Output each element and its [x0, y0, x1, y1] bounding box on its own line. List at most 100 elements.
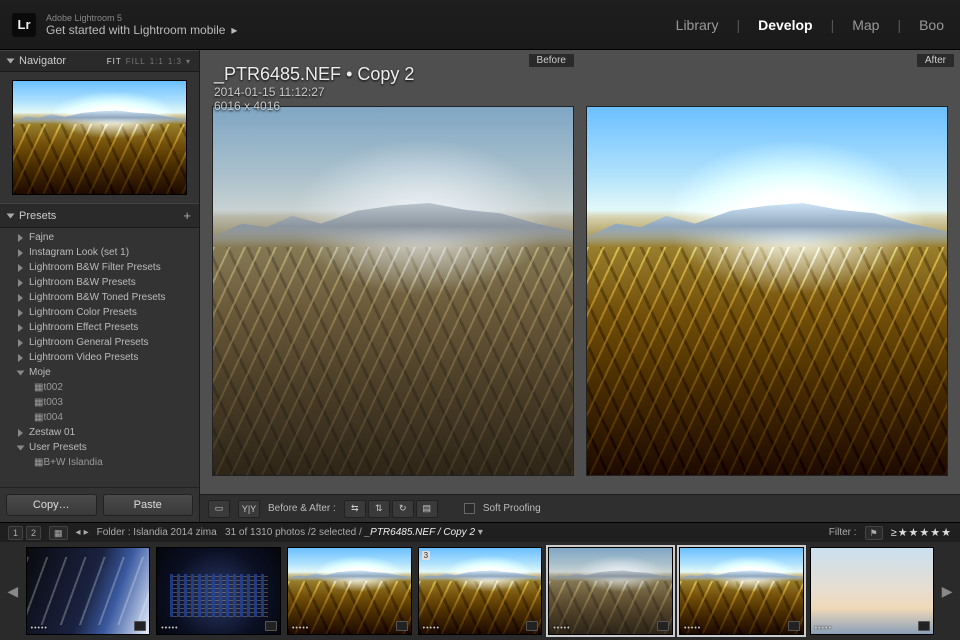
module-book[interactable]: Boo: [915, 15, 948, 35]
copy-paste-row: Copy… Paste: [0, 487, 199, 522]
ba-copy-button[interactable]: ▤: [416, 500, 438, 518]
module-switcher: Library| Develop| Map| Boo: [672, 15, 948, 35]
app-subtitle[interactable]: Get started with Lightroom mobile ▸: [46, 23, 237, 37]
preset-folder[interactable]: Lightroom Video Presets: [0, 350, 199, 365]
badge-icon: [657, 621, 669, 631]
preset-folder[interactable]: Fajne: [0, 230, 199, 245]
preset-folder[interactable]: Zestaw 01: [0, 425, 199, 440]
after-photo[interactable]: [586, 106, 948, 476]
chevron-right-icon: ▸: [231, 23, 237, 37]
before-after-mode-group: ⇆ ⇅ ↻ ▤: [344, 500, 438, 518]
filmstrip-thumb[interactable]: •••••: [810, 547, 935, 635]
filter-flag-button[interactable]: ⚑: [865, 526, 883, 540]
image-info-overlay: _PTR6485.NEF • Copy 2 2014-01-15 11:12:2…: [214, 64, 414, 113]
preset-folder[interactable]: Lightroom B&W Presets: [0, 275, 199, 290]
nav-arrows: ◂ ▸: [76, 527, 89, 538]
chevron-down-icon[interactable]: ▾: [478, 527, 483, 538]
app-name: Adobe Lightroom 5: [46, 13, 237, 23]
after-tag: After: [917, 54, 954, 67]
image-dimensions: 6016 x 4016: [214, 99, 414, 113]
presets-header[interactable]: Presets +: [0, 203, 199, 228]
preset-folder[interactable]: Lightroom General Presets: [0, 335, 199, 350]
zoom-fill[interactable]: FILL: [126, 57, 146, 66]
chevron-down-icon[interactable]: ▾: [186, 57, 191, 66]
presets-title: Presets: [19, 210, 56, 222]
zoom-1to1[interactable]: 1:1: [150, 57, 164, 66]
preset-folder[interactable]: Lightroom B&W Toned Presets: [0, 290, 199, 305]
preset-folder[interactable]: Lightroom Effect Presets: [0, 320, 199, 335]
filmstrip-info-bar: 1 2 ▦ ◂ ▸ Folder : Islandia 2014 zima 31…: [0, 522, 960, 542]
filmstrip: ◀ ••••• ••••• ••••• 3••••• ••••• ••••• •…: [0, 542, 960, 640]
navigator-zoom-modes[interactable]: FIT FILL 1:1 1:3 ▾: [107, 57, 191, 66]
filter-rating[interactable]: ≥★★★★★: [891, 526, 952, 539]
preset-folder[interactable]: Lightroom B&W Filter Presets: [0, 260, 199, 275]
badge-icon: [918, 621, 930, 631]
ba-split-button[interactable]: ⇅: [368, 500, 390, 518]
filmstrip-thumb[interactable]: •••••: [156, 547, 281, 635]
filter-label: Filter :: [829, 527, 857, 538]
preset-item[interactable]: ▦ t002: [0, 380, 199, 395]
app-subtitle-text: Get started with Lightroom mobile: [46, 23, 225, 37]
disclosure-triangle-icon: [7, 213, 15, 218]
badge-icon: [788, 621, 800, 631]
preset-folder[interactable]: Instagram Look (set 1): [0, 245, 199, 260]
before-after-label: Before & After :: [268, 503, 336, 514]
copy-button[interactable]: Copy…: [6, 494, 97, 516]
display-2-button[interactable]: 2: [26, 526, 41, 540]
loupe-view-button[interactable]: ▭: [208, 500, 230, 518]
compare-view-button[interactable]: Y|Y: [238, 500, 260, 518]
badge-icon: [134, 621, 146, 631]
grid-view-icon[interactable]: ▦: [49, 526, 68, 540]
develop-toolbar: ▭ Y|Y Before & After : ⇆ ⇅ ↻ ▤ Soft Proo…: [200, 494, 960, 522]
preset-list: Fajne Instagram Look (set 1) Lightroom B…: [0, 228, 199, 487]
image-timestamp: 2014-01-15 11:12:27: [214, 85, 414, 99]
soft-proofing-label: Soft Proofing: [483, 503, 541, 514]
ba-side-by-side-button[interactable]: ⇆: [344, 500, 366, 518]
stack-count: 3: [422, 551, 430, 560]
source-path[interactable]: Folder : Islandia 2014 zima 31 of 1310 p…: [97, 527, 483, 538]
badge-icon: [396, 621, 408, 631]
prev-photo-button[interactable]: ◂: [76, 527, 81, 538]
filmstrip-thumb[interactable]: 3•••••: [418, 547, 543, 635]
filmstrip-thumb-selected[interactable]: •••••: [548, 547, 673, 635]
preset-item[interactable]: ▦ t004: [0, 410, 199, 425]
filmstrip-scroll-right[interactable]: ▶: [940, 547, 954, 635]
next-photo-button[interactable]: ▸: [84, 527, 89, 538]
secondary-display-group: 1 2: [8, 526, 41, 540]
module-library[interactable]: Library: [672, 15, 723, 35]
main-area: Navigator FIT FILL 1:1 1:3 ▾ Presets + F…: [0, 50, 960, 522]
app-titles: Adobe Lightroom 5 Get started with Light…: [46, 13, 237, 37]
badge-icon: [265, 621, 277, 631]
center-view: Before After _PTR6485.NEF • Copy 2 2014-…: [200, 50, 960, 522]
compare-view[interactable]: [200, 50, 960, 494]
navigator-thumbnail[interactable]: [12, 80, 187, 195]
preset-folder-open[interactable]: User Presets: [0, 440, 199, 455]
preset-folder[interactable]: Lightroom Color Presets: [0, 305, 199, 320]
filmstrip-thumb[interactable]: •••••: [287, 547, 412, 635]
zoom-fit[interactable]: FIT: [107, 57, 122, 66]
left-panel: Navigator FIT FILL 1:1 1:3 ▾ Presets + F…: [0, 50, 200, 522]
display-1-button[interactable]: 1: [8, 526, 23, 540]
module-map[interactable]: Map: [848, 15, 883, 35]
preset-item[interactable]: ▦ t003: [0, 395, 199, 410]
badge-icon: [526, 621, 538, 631]
paste-button[interactable]: Paste: [103, 494, 194, 516]
preset-folder-open[interactable]: Moje: [0, 365, 199, 380]
app-logo: Lr: [12, 13, 36, 37]
filmstrip-thumb[interactable]: •••••: [26, 547, 151, 635]
before-photo[interactable]: [212, 106, 574, 476]
filmstrip-scroll-left[interactable]: ◀: [6, 547, 20, 635]
zoom-ratio[interactable]: 1:3: [168, 57, 182, 66]
navigator-title: Navigator: [19, 55, 66, 67]
top-bar: Lr Adobe Lightroom 5 Get started with Li…: [0, 0, 960, 50]
preset-item[interactable]: ▦ B+W Islandia: [0, 455, 199, 470]
ba-swap-button[interactable]: ↻: [392, 500, 414, 518]
disclosure-triangle-icon: [7, 59, 15, 64]
before-tag: Before: [529, 54, 574, 67]
filmstrip-thumb-selected[interactable]: •••••: [679, 547, 804, 635]
soft-proofing-checkbox[interactable]: [464, 503, 475, 514]
module-develop[interactable]: Develop: [754, 15, 816, 35]
add-preset-icon[interactable]: +: [183, 208, 191, 223]
navigator-header[interactable]: Navigator FIT FILL 1:1 1:3 ▾: [0, 50, 199, 72]
image-filename: _PTR6485.NEF • Copy 2: [214, 64, 414, 85]
